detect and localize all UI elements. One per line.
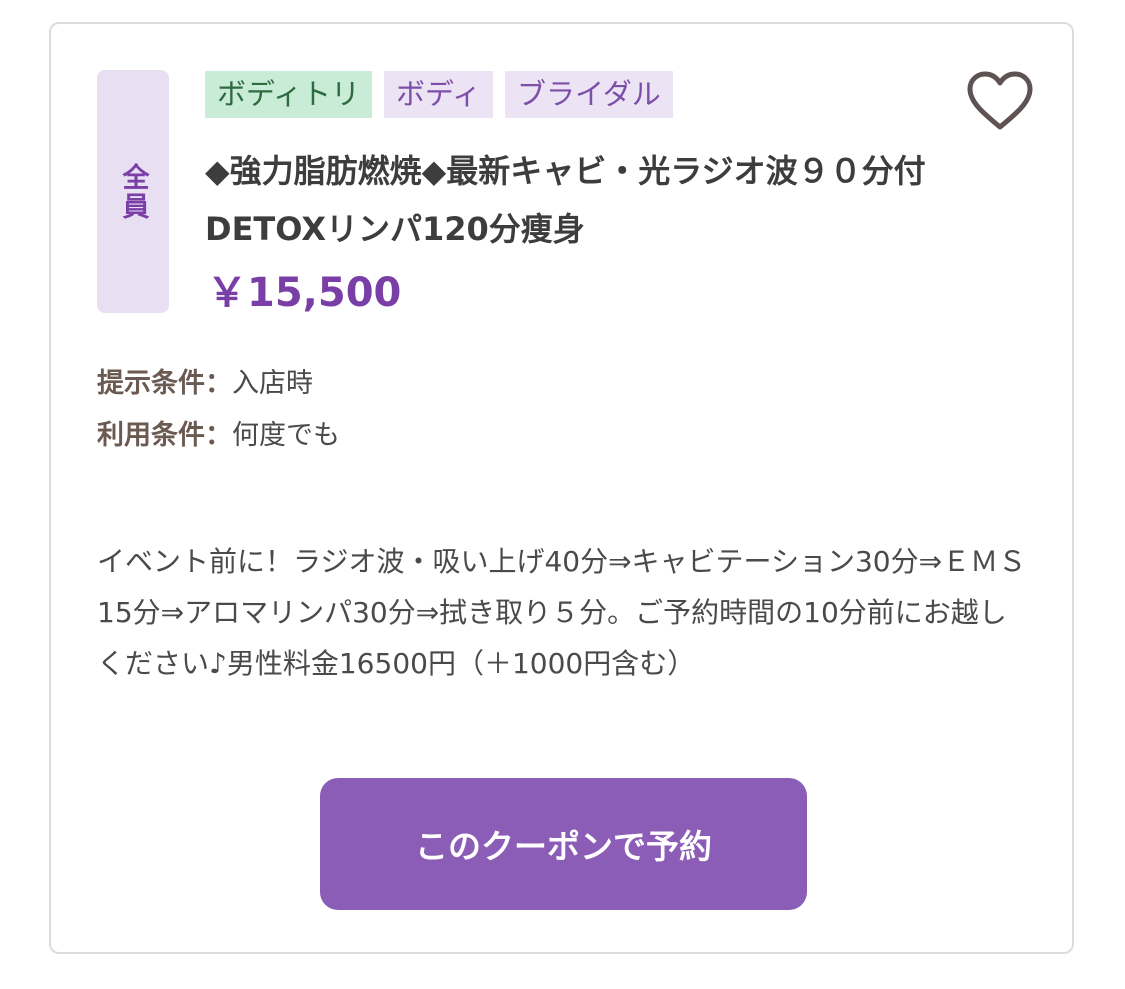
reserve-with-coupon-button[interactable]: このクーポンで予約 [320, 778, 807, 910]
heart-outline-icon [967, 71, 1033, 130]
coupon-card: 全員 ボディトリ ボディ ブライダル ◆強力脂肪燃焼◆最新キャビ・光ラジオ波９０… [49, 22, 1074, 954]
tag-list: ボディトリ ボディ ブライダル [205, 71, 673, 118]
target-badge: 全員 [97, 70, 169, 313]
usage-condition-label: 利用条件： [97, 420, 232, 451]
target-label: 全員 [117, 162, 149, 221]
coupon-conditions: 提示条件：入店時 利用条件：何度でも [97, 358, 340, 462]
favorite-button[interactable] [965, 69, 1035, 133]
coupon-description: イベント前に！ラジオ波・吸い上げ40分⇒キャビテーション30分⇒ＥＭＳ15分⇒ア… [97, 545, 1027, 680]
tag-body: ボディ [383, 71, 493, 118]
usage-condition-value: 何度でも [232, 420, 340, 451]
tag-bridal: ブライダル [504, 71, 673, 118]
usage-condition: 利用条件：何度でも [97, 410, 340, 462]
tag-body-tri: ボディトリ [205, 71, 372, 118]
coupon-title: ◆強力脂肪燃焼◆最新キャビ・光ラジオ波９０分付DETOXリンパ120分痩身 [205, 152, 926, 248]
presentation-condition-label: 提示条件： [97, 368, 232, 399]
coupon-price: ￥15,500 [207, 270, 402, 316]
presentation-condition-value: 入店時 [232, 368, 313, 399]
presentation-condition: 提示条件：入店時 [97, 358, 340, 410]
